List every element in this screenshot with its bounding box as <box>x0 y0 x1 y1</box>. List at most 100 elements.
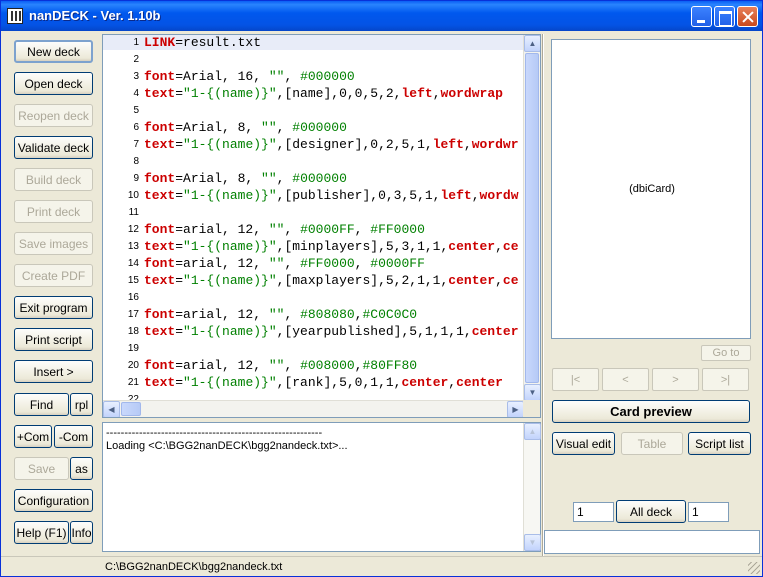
line-number: 11 <box>128 207 139 218</box>
keyword-token: text <box>144 239 176 254</box>
app-icon <box>7 8 23 24</box>
scroll-right-icon[interactable]: ▶ <box>507 401 524 417</box>
plain-token: = <box>175 86 184 101</box>
plain-token: ,[publisher],0,3,5,1, <box>276 188 441 203</box>
line-number: 20 <box>127 360 139 371</box>
plain-token: ,[name],0,0,5,2, <box>276 86 402 101</box>
code-line[interactable]: 10 text="1-{(name)}",[publisher],0,3,5,1,… <box>103 187 524 204</box>
first-card-button[interactable]: |< <box>552 368 599 391</box>
log-vertical-scrollbar[interactable]: ▲ ▼ <box>523 423 541 551</box>
new-deck-button[interactable]: New deck <box>14 40 93 63</box>
string-token: #000000 <box>292 120 347 135</box>
script-editor[interactable]: 1 LINK=result.txt 2 3 font=Arial, 16, "", #0… <box>102 34 541 418</box>
code-line[interactable]: 16 <box>103 289 524 306</box>
create-pdf-button[interactable]: Create PDF <box>14 264 93 287</box>
code-line[interactable]: 19 <box>103 340 524 357</box>
configuration-button[interactable]: Configuration <box>14 489 93 512</box>
string-token: "1-{(name)}" <box>183 86 277 101</box>
code-line[interactable]: 14 font=arial, 12, "", #FF0000, #0000FF <box>103 255 524 272</box>
code-line[interactable]: 21 text="1-{(name)}",[rank],5,0,1,1,cente… <box>103 374 524 391</box>
validate-deck-button[interactable]: Validate deck <box>14 136 93 159</box>
insert-button[interactable]: Insert > <box>14 360 93 383</box>
code-line[interactable]: 18 text="1-{(name)}",[yearpublished],5,1,… <box>103 323 524 340</box>
editor-hscroll-thumb[interactable] <box>121 402 141 416</box>
prev-card-button[interactable]: < <box>602 368 649 391</box>
range-from-input[interactable]: 1 <box>573 502 614 522</box>
keyword-token: text <box>144 324 176 339</box>
string-token: "1-{(name)}" <box>183 324 277 339</box>
code-line[interactable]: 7 text="1-{(name)}",[designer],0,2,5,1,le… <box>103 136 524 153</box>
log-scroll-down-icon[interactable]: ▼ <box>524 534 541 551</box>
open-deck-button[interactable]: Open deck <box>14 72 93 95</box>
code-line[interactable]: 2 <box>103 51 524 68</box>
code-line[interactable]: 17 font=arial, 12, "", #808080,#C0C0C0 <box>103 306 524 323</box>
add-comment-button[interactable]: +Com <box>14 425 52 448</box>
all-deck-button[interactable]: All deck <box>616 500 686 523</box>
line-number: 5 <box>133 105 139 116</box>
plain-token: ,[minplayers],5,3,1,1, <box>276 239 449 254</box>
table-button[interactable]: Table <box>621 432 683 455</box>
editor-vertical-scrollbar[interactable]: ▲ ▼ <box>523 35 540 401</box>
scroll-up-icon[interactable]: ▲ <box>524 35 540 52</box>
button-label: Create PDF <box>21 268 86 283</box>
code-line[interactable]: 11 <box>103 204 524 221</box>
replace-button[interactable]: rpl <box>70 393 93 416</box>
scroll-left-icon[interactable]: ◀ <box>103 401 120 417</box>
string-token: #C0C0C0 <box>362 307 418 322</box>
maximize-button[interactable] <box>714 6 735 27</box>
line-number: 10 <box>127 190 139 201</box>
code-text: font=arial, 12, "", #0000FF, #FF0000 <box>144 221 425 238</box>
log-panel[interactable]: ----------------------------------------… <box>102 422 541 552</box>
code-line[interactable]: 13 text="1-{(name)}",[minplayers],5,3,1,1… <box>103 238 524 255</box>
code-line[interactable]: 20 font=arial, 12, "", #008000,#80FF80 <box>103 357 524 374</box>
plain-token: , <box>354 222 371 237</box>
goto-button[interactable]: Go to <box>701 345 751 361</box>
info-button[interactable]: Info <box>70 521 93 544</box>
code-line[interactable]: 9 font=Arial, 8, "", #000000 <box>103 170 524 187</box>
print-script-button[interactable]: Print script <box>14 328 93 351</box>
code-line[interactable]: 6 font=Arial, 8, "", #000000 <box>103 119 524 136</box>
panel-separator[interactable] <box>542 34 544 556</box>
range-to-input[interactable]: 1 <box>688 502 729 522</box>
build-deck-button[interactable]: Build deck <box>14 168 93 191</box>
find-button[interactable]: Find <box>14 393 69 416</box>
button-label: Save images <box>18 236 89 251</box>
save-images-button[interactable]: Save images <box>14 232 93 255</box>
status-path: C:\BGG2nanDECK\bgg2nandeck.txt <box>105 561 283 573</box>
string-token: #80FF80 <box>362 358 418 373</box>
resize-grip-icon[interactable] <box>748 562 760 574</box>
code-line[interactable]: 4 text="1-{(name)}",[name],0,0,5,2,left,w… <box>103 85 524 102</box>
visual-edit-button[interactable]: Visual edit <box>552 432 615 455</box>
code-line[interactable]: 3 font=Arial, 16, "", #000000 <box>103 68 524 85</box>
plain-token: =Arial, 16, <box>175 69 269 84</box>
next-card-button[interactable]: > <box>652 368 699 391</box>
log-scroll-up-icon[interactable]: ▲ <box>524 423 541 440</box>
editor-vscroll-thumb[interactable] <box>525 53 539 383</box>
plain-token: , <box>276 120 293 135</box>
command-input[interactable] <box>544 530 760 554</box>
last-card-button[interactable]: >| <box>702 368 749 391</box>
editor-horizontal-scrollbar[interactable]: ◀ ▶ <box>103 400 524 417</box>
code-line[interactable]: 1 LINK=result.txt <box>103 35 524 51</box>
title-bar[interactable]: nanDECK - Ver. 1.10b <box>1 1 762 31</box>
reopen-deck-button[interactable]: Reopen deck <box>14 104 93 127</box>
card-preview-button[interactable]: Card preview <box>552 400 750 423</box>
help-button[interactable]: Help (F1) <box>14 521 69 544</box>
code-line[interactable]: 15 text="1-{(name)}",[maxplayers],5,2,1,1… <box>103 272 524 289</box>
save-as-button[interactable]: as <box>70 457 93 480</box>
button-label: Reopen deck <box>18 108 89 123</box>
keyword-token: left <box>440 188 472 203</box>
save-button[interactable]: Save <box>14 457 69 480</box>
script-list-button[interactable]: Script list <box>688 432 751 455</box>
code-line[interactable]: 8 <box>103 153 524 170</box>
scroll-down-icon[interactable]: ▼ <box>524 384 540 401</box>
code-line[interactable]: 12 font=arial, 12, "", #0000FF, #FF0000 <box>103 221 524 238</box>
plain-token: , <box>463 137 472 152</box>
close-button[interactable] <box>737 6 758 27</box>
code-line[interactable]: 5 <box>103 102 524 119</box>
exit-program-button[interactable]: Exit program <box>14 296 93 319</box>
print-deck-button[interactable]: Print deck <box>14 200 93 223</box>
log-separator: ----------------------------------------… <box>106 427 323 439</box>
remove-comment-button[interactable]: -Com <box>54 425 93 448</box>
minimize-button[interactable] <box>691 6 712 27</box>
